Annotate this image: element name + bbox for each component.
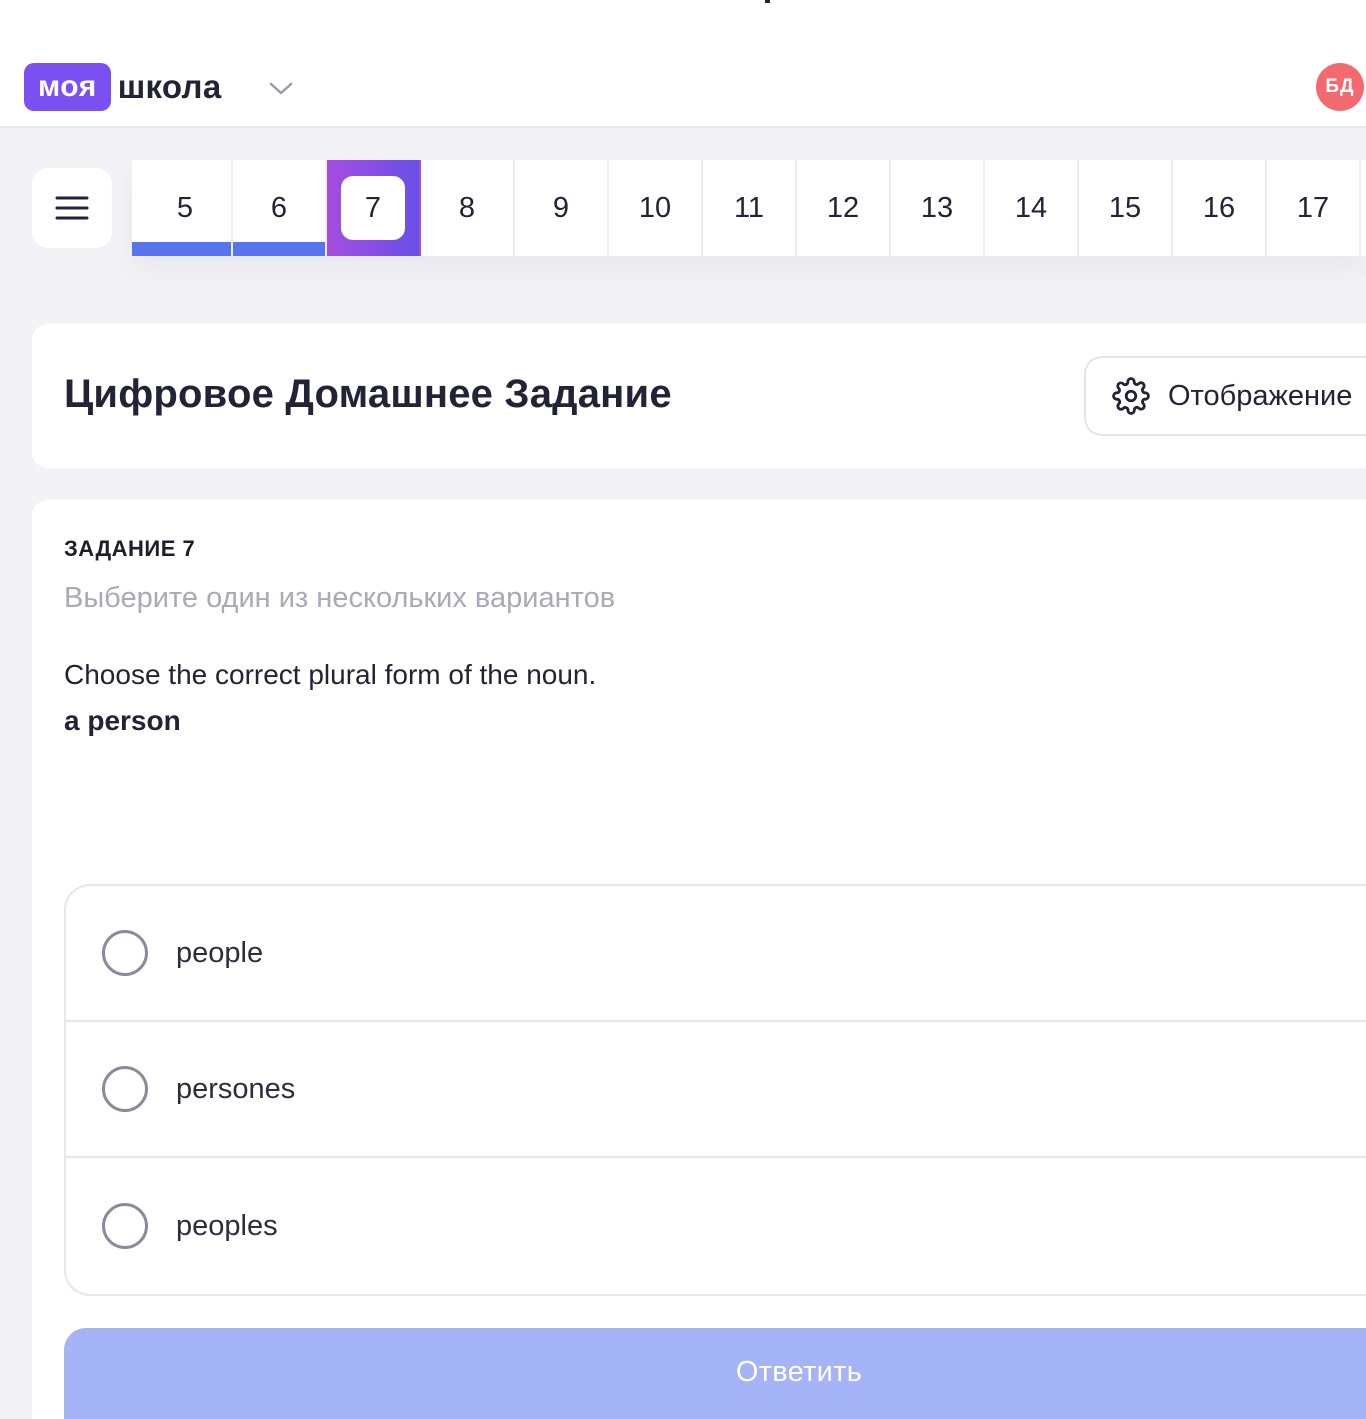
display-settings-label: Отображение (1168, 379, 1353, 412)
gear-icon (1112, 377, 1150, 415)
question-word: a person (64, 705, 181, 736)
question-prompt: Choose the correct plural form of the no… (64, 659, 597, 690)
task-number: ЗАДАНИЕ 7 (64, 536, 196, 561)
task-nav-item[interactable]: 12 (797, 160, 891, 256)
chevron-down-icon[interactable] (266, 78, 296, 98)
option-label: peoples (176, 1209, 278, 1242)
task-nav-number: 5 (176, 191, 194, 224)
task-nav-number: 9 (552, 191, 570, 224)
task-nav-item[interactable]: 16 (1173, 160, 1267, 256)
task-nav-item[interactable]: 11 (703, 160, 797, 256)
option-label: people (176, 936, 264, 969)
option-label: persones (176, 1072, 296, 1105)
task-nav-item[interactable]: 15 (1079, 160, 1173, 256)
task-nav-number: 16 (1202, 191, 1236, 224)
option-people[interactable]: people (66, 886, 1366, 1022)
task-nav-item[interactable]: 10 (609, 160, 703, 256)
strip-lead (132, 160, 139, 256)
display-settings-button[interactable]: Отображение (1084, 356, 1366, 436)
task-nav-number: 8 (458, 191, 476, 224)
task-nav-item[interactable]: 17 (1267, 160, 1361, 256)
task-nav-number: 15 (1108, 191, 1142, 224)
hamburger-icon (55, 196, 89, 220)
menu-button[interactable] (32, 168, 112, 248)
task-nav-number: 7 (341, 176, 405, 240)
radio-button[interactable] (102, 1066, 148, 1112)
question-text: Choose the correct plural form of the no… (64, 652, 596, 744)
task-nav-item[interactable]: 13 (891, 160, 985, 256)
task-navigation-strip: 5 6 7 8 9 10 11 12 13 14 15 16 17 (132, 160, 1366, 256)
task-nav-number: 12 (826, 191, 860, 224)
task-nav-item[interactable]: 8 (421, 160, 515, 256)
task-nav-number: 11 (733, 191, 765, 224)
task-nav-item[interactable]: 7 (327, 160, 421, 256)
task-nav-item[interactable]: 5 (139, 160, 233, 256)
title-card: Цифровое Домашнее Задание Отображение (32, 324, 1366, 468)
task-nav-number: 17 (1296, 191, 1330, 224)
option-peoples[interactable]: peoples (66, 1158, 1366, 1294)
task-nav-item[interactable]: 9 (515, 160, 609, 256)
task-card: ЗАДАНИЕ 7 Выберите один из нескольких ва… (32, 500, 1366, 1419)
radio-button[interactable] (102, 930, 148, 976)
logo-badge: моя (24, 63, 111, 111)
user-avatar[interactable]: БД (1316, 63, 1364, 111)
window-edge-mark (765, 0, 770, 3)
option-persones[interactable]: persones (66, 1022, 1366, 1158)
answer-options: people persones peoples (64, 884, 1366, 1296)
logo-text: школа (117, 68, 222, 105)
task-nav-number: 6 (270, 191, 288, 224)
submit-answer-button[interactable]: Ответить (64, 1328, 1366, 1419)
task-nav-number: 13 (920, 191, 954, 224)
task-nav-number: 14 (1014, 191, 1048, 224)
task-nav-number: 10 (638, 191, 672, 224)
school-logo[interactable]: моя школа (24, 63, 221, 111)
app-header: моя школа БД (0, 0, 1366, 128)
submit-answer-label: Ответить (735, 1355, 863, 1388)
task-nav-item[interactable]: 14 (985, 160, 1079, 256)
task-hint: Выберите один из нескольких вариантов (64, 582, 616, 614)
page-title: Цифровое Домашнее Задание (64, 372, 672, 416)
radio-button[interactable] (102, 1203, 148, 1249)
task-nav-item[interactable]: 6 (233, 160, 327, 256)
